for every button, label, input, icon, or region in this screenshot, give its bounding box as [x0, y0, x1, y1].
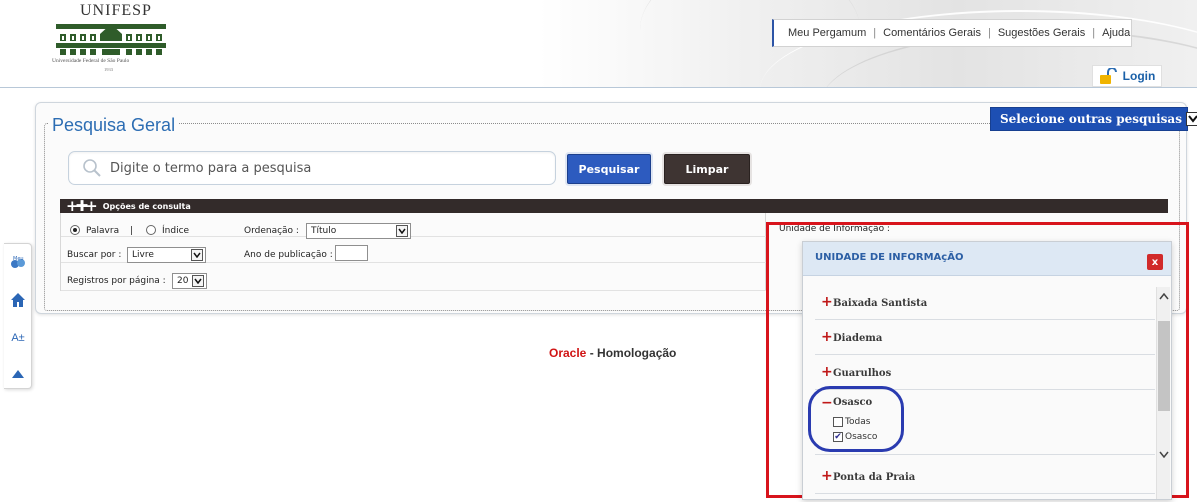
expand-icon[interactable]: +: [821, 469, 833, 483]
unit-popup: UNIDADE DE INFORMAçÃO x + Baixada Santis…: [802, 241, 1172, 500]
search-button[interactable]: Pesquisar: [567, 154, 651, 184]
radio-palavra[interactable]: [70, 225, 80, 235]
radio-indice-label: Índice: [162, 226, 190, 236]
link-separator: |: [1092, 27, 1096, 39]
link-ajuda[interactable]: Ajuda: [1102, 27, 1130, 39]
year-input[interactable]: [335, 245, 368, 261]
ordering-label: Ordenação :: [244, 226, 299, 236]
expand-icon[interactable]: +: [821, 295, 833, 309]
page-header: UNIFESP Universidade Federal de São Paul…: [0, 0, 1197, 88]
search-by-label: Buscar por :: [67, 250, 122, 260]
home-icon[interactable]: [8, 290, 28, 310]
chevron-down-icon[interactable]: [1158, 447, 1170, 461]
unit-item-label: Baixada Santista: [833, 298, 928, 309]
page-title: Pesquisa Geral: [49, 115, 179, 136]
link-separator: |: [873, 27, 877, 39]
unit-item-ponta-da-praia[interactable]: + Ponta da Praia: [815, 460, 1155, 494]
search-by-select[interactable]: Livre: [127, 247, 206, 263]
unit-item-diadema[interactable]: + Diadema: [815, 321, 1155, 355]
chevron-down-icon: [191, 249, 203, 261]
options-bar-label: Opções de consulta: [102, 201, 191, 211]
options-row: [61, 263, 767, 291]
radio-palavra-label: Palavra: [86, 226, 120, 236]
link-meu-pergamum[interactable]: Meu Pergamum: [788, 27, 866, 39]
link-comentarios-gerais[interactable]: Comentários Gerais: [883, 27, 981, 39]
per-page-value: 20: [177, 276, 189, 286]
unit-item-guarulhos[interactable]: + Guarulhos: [815, 356, 1155, 390]
homologation-label: - Homologação: [586, 346, 677, 360]
ordering-value: Título: [311, 226, 337, 236]
logo-university-name: Universidade Federal de São Paulo: [52, 58, 130, 64]
ordering-select[interactable]: Título: [306, 223, 411, 239]
radio-separator: |: [130, 226, 134, 236]
oracle-label: Oracle: [549, 346, 587, 360]
year-label: Ano de publicação :: [244, 250, 333, 260]
expand-icon[interactable]: +: [821, 330, 833, 344]
meu-pergamum-icon[interactable]: Meu: [8, 252, 28, 272]
expand-icon[interactable]: +: [821, 365, 833, 379]
link-sugestoes-gerais[interactable]: Sugestões Gerais: [998, 27, 1085, 39]
svg-text:Meu: Meu: [13, 256, 24, 262]
top-links: Meu Pergamum | Comentários Gerais | Suge…: [772, 19, 1132, 47]
scroll-thumb[interactable]: [1158, 321, 1170, 411]
per-page-select[interactable]: 20: [172, 273, 207, 289]
logo-year: 1933: [104, 67, 113, 72]
search-icon: [83, 159, 101, 177]
scroll-top-icon[interactable]: [8, 364, 28, 384]
search-by-value: Livre: [132, 250, 154, 260]
expand-options-icon[interactable]: +✚+: [66, 199, 98, 214]
chevron-down-icon: [192, 275, 204, 287]
popup-header: UNIDADE DE INFORMAçÃO x: [803, 242, 1171, 276]
building-icon: [56, 24, 166, 55]
highlight-blue-ellipse: [808, 386, 904, 452]
chevron-down-icon: [396, 225, 408, 237]
popup-title: UNIDADE DE INFORMAçÃO: [815, 252, 964, 263]
unit-item-label: Ponta da Praia: [833, 472, 916, 483]
link-separator: |: [987, 27, 991, 39]
login-button[interactable]: Login: [1092, 65, 1162, 87]
popup-scrollbar[interactable]: [1156, 287, 1170, 499]
per-page-label: Registros por página :: [67, 276, 166, 286]
search-box: [68, 151, 556, 185]
login-label: Login: [1122, 69, 1156, 83]
logo-name: UNIFESP: [80, 4, 152, 18]
unit-item-label: Guarulhos: [833, 368, 892, 379]
other-searches-select[interactable]: Selecione outras pesquisas: [990, 107, 1197, 131]
radio-indice[interactable]: [146, 225, 156, 235]
options-bar: +✚+ Opções de consulta: [60, 199, 1168, 214]
side-toolbar: Meu A±: [4, 243, 32, 389]
unlock-icon: [1099, 68, 1117, 84]
clear-button[interactable]: Limpar: [664, 154, 750, 184]
font-size-icon[interactable]: A±: [8, 328, 28, 348]
close-icon[interactable]: x: [1147, 254, 1163, 270]
search-input[interactable]: [110, 160, 540, 176]
unit-item-baixada-santista[interactable]: + Baixada Santista: [815, 286, 1155, 320]
other-searches-label: Selecione outras pesquisas: [1000, 112, 1182, 126]
environment-label: Oracle - Homologação: [549, 346, 676, 360]
chevron-down-icon: [1185, 112, 1197, 126]
chevron-up-icon[interactable]: [1158, 289, 1170, 303]
unit-item-label: Diadema: [833, 333, 883, 344]
